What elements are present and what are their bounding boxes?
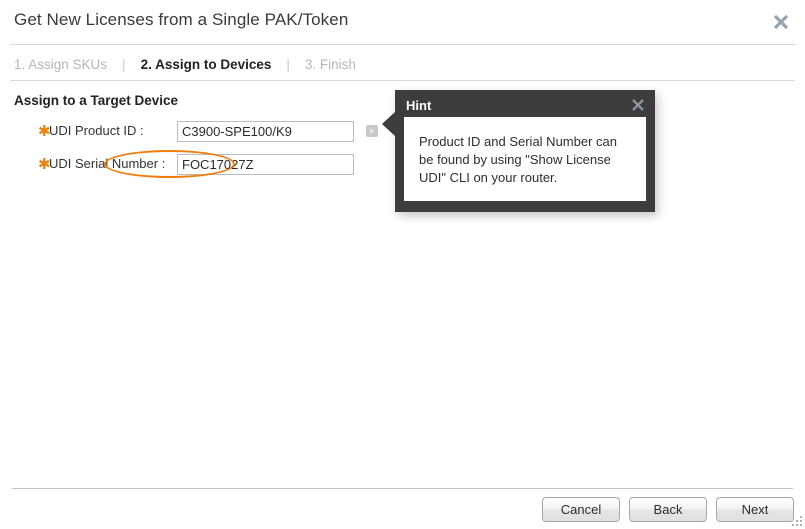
resize-grip[interactable] [791, 515, 802, 526]
footer-divider [12, 488, 793, 489]
udi-serial-number-label: UDI Serial Number : [49, 156, 166, 171]
steps-divider [10, 80, 795, 81]
udi-product-id-input[interactable] [177, 121, 354, 142]
title-divider [10, 44, 795, 45]
license-wizard-dialog: Get New Licenses from a Single PAK/Token… [0, 0, 805, 529]
step-assign-to-devices: 2. Assign to Devices [140, 56, 272, 72]
hint-popup: Hint Product ID and Serial Number can be… [382, 90, 655, 212]
page-title: Get New Licenses from a Single PAK/Token [14, 10, 349, 29]
step-finish: 3. Finish [304, 56, 356, 72]
next-button[interactable]: Next [716, 497, 794, 522]
play-triangle-icon[interactable] [366, 125, 378, 137]
hint-text: Product ID and Serial Number can be foun… [419, 134, 617, 185]
cancel-button[interactable]: Cancel [542, 497, 620, 522]
hint-pointer-arrow [382, 112, 395, 136]
footer-button-group: Cancel Back Next [542, 497, 794, 522]
udi-product-id-label: UDI Product ID : [49, 123, 144, 138]
dialog-titlebar: Get New Licenses from a Single PAK/Token [0, 0, 805, 44]
hint-close-icon[interactable] [628, 95, 648, 115]
section-heading: Assign to a Target Device [14, 93, 179, 108]
hint-title: Hint [406, 98, 432, 113]
back-button[interactable]: Back [629, 497, 707, 522]
wizard-steps: 1. Assign SKUs | 2. Assign to Devices | … [14, 51, 356, 77]
close-icon[interactable] [767, 8, 795, 36]
step-separator: | [286, 56, 290, 72]
step-separator: | [122, 56, 126, 72]
udi-serial-number-input[interactable] [177, 154, 354, 175]
step-assign-skus[interactable]: 1. Assign SKUs [14, 57, 107, 72]
hint-body: Product ID and Serial Number can be foun… [404, 117, 646, 201]
